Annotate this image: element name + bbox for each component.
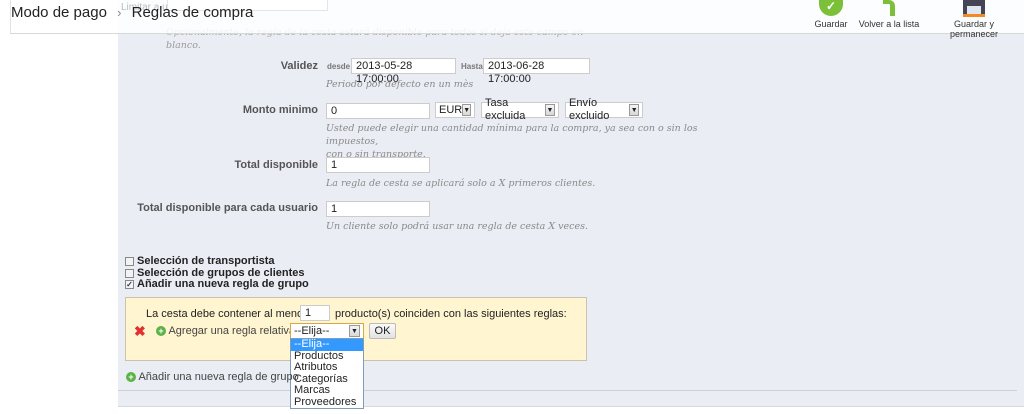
breadcrumb-current: Reglas de compra xyxy=(131,4,254,21)
add-rule-label: Agregar una regla relativa a xyxy=(168,325,305,337)
chevron-down-icon: ▼ xyxy=(544,104,555,116)
from-label: desde xyxy=(327,62,351,71)
ok-button[interactable]: OK xyxy=(369,323,396,339)
currency-select[interactable]: EUR ▼ xyxy=(435,102,475,118)
minimum-label: Monto minimo xyxy=(242,104,318,116)
total-label: Total disponible xyxy=(234,159,318,171)
validity-label: Validez xyxy=(280,60,318,72)
back-label: Volver a la lista xyxy=(858,19,920,29)
add-icon: + xyxy=(126,372,136,383)
per-user-input[interactable]: 1 xyxy=(326,201,430,217)
page-header: Limitar a un solo cliente Modo de pago ›… xyxy=(10,0,1024,39)
add-rule-row: + Agregar una regla relativa a xyxy=(156,325,304,337)
currency-value: EUR xyxy=(439,103,463,116)
rule-text-after: producto(s) coinciden con las siguientes… xyxy=(335,308,567,320)
chevron-down-icon: ▼ xyxy=(629,104,639,116)
checkbox-product-rule-group[interactable]: ✓ Añadir una nueva regla de grupo xyxy=(125,278,309,290)
total-input[interactable]: 1 xyxy=(326,157,430,173)
per-user-label: Total disponible para cada usuario xyxy=(137,202,318,214)
option-atributos[interactable]: Atributos xyxy=(291,361,363,374)
checkbox-carrier[interactable]: Selección de transportista xyxy=(125,255,275,267)
option-elija[interactable]: --Elija-- xyxy=(291,338,363,351)
back-to-list-button[interactable]: Volver a la lista xyxy=(853,0,925,29)
validity-hint: Periodo por defecto en un mès xyxy=(326,79,474,90)
total-hint: La regla de cesta se aplicará solo a X p… xyxy=(326,178,596,189)
save-and-stay-button[interactable]: Guardar y permanecer xyxy=(929,0,1019,39)
save-stay-label: Guardar y permanecer xyxy=(949,19,999,39)
shipping-select[interactable]: Envío excluido ▼ xyxy=(565,97,643,122)
checkbox-checked[interactable]: ✓ xyxy=(125,279,134,289)
breadcrumb-item[interactable]: Modo de pago xyxy=(11,4,107,21)
option-marcas[interactable]: Marcas xyxy=(291,384,363,397)
date-from-input[interactable]: 2013-05-28 17:00:00 xyxy=(351,58,456,85)
add-rule-group-link[interactable]: + Añadir una nueva regla de grupo xyxy=(126,371,299,383)
checkbox[interactable] xyxy=(125,268,134,278)
add-icon: + xyxy=(156,326,166,337)
chevron-down-icon: ▼ xyxy=(349,325,360,337)
divider xyxy=(118,390,1017,391)
tax-value: Tasa excluida xyxy=(485,97,526,122)
chevron-down-icon: ▼ xyxy=(462,104,472,116)
checkbox-label: Añadir una nueva regla de grupo xyxy=(137,278,309,290)
tax-select[interactable]: Tasa excluida ▼ xyxy=(481,97,559,122)
add-rule-group-label: Añadir una nueva regla de grupo xyxy=(138,371,299,383)
breadcrumb: Modo de pago › Reglas de compra xyxy=(11,4,253,21)
quantity-input[interactable]: 1 xyxy=(300,305,330,321)
floppy-disk-icon xyxy=(963,0,985,17)
date-to-input[interactable]: 2013-06-28 17:00:00 xyxy=(483,58,590,85)
delete-icon[interactable]: ✖ xyxy=(134,323,146,340)
per-user-hint: Un cliente solo podrá usar una regla de … xyxy=(326,221,588,232)
checkbox[interactable] xyxy=(125,256,134,266)
checkbox-label: Selección de transportista xyxy=(137,255,275,267)
option-proveedores[interactable]: Proveedores xyxy=(291,396,363,409)
breadcrumb-separator: › xyxy=(117,5,122,20)
rule-type-select[interactable]: --Elija-- ▼ xyxy=(290,323,364,339)
minimum-hint: Usted puede elegir una cantidad mínima p… xyxy=(326,123,698,160)
shipping-value: Envío excluido xyxy=(569,97,610,122)
save-button[interactable]: ✓ Guardar xyxy=(806,0,856,29)
to-label: Hasta xyxy=(461,62,483,71)
check-circle-icon: ✓ xyxy=(819,0,843,16)
back-arrow-icon xyxy=(883,0,895,16)
rule-type-dropdown: --Elija-- Productos Atributos Categorías… xyxy=(290,338,364,409)
save-label: Guardar xyxy=(814,19,848,29)
rule-text-before: La cesta debe contener al menos xyxy=(146,308,309,320)
rule-type-value: --Elija-- xyxy=(294,324,330,337)
minimum-input[interactable]: 0 xyxy=(326,103,430,119)
